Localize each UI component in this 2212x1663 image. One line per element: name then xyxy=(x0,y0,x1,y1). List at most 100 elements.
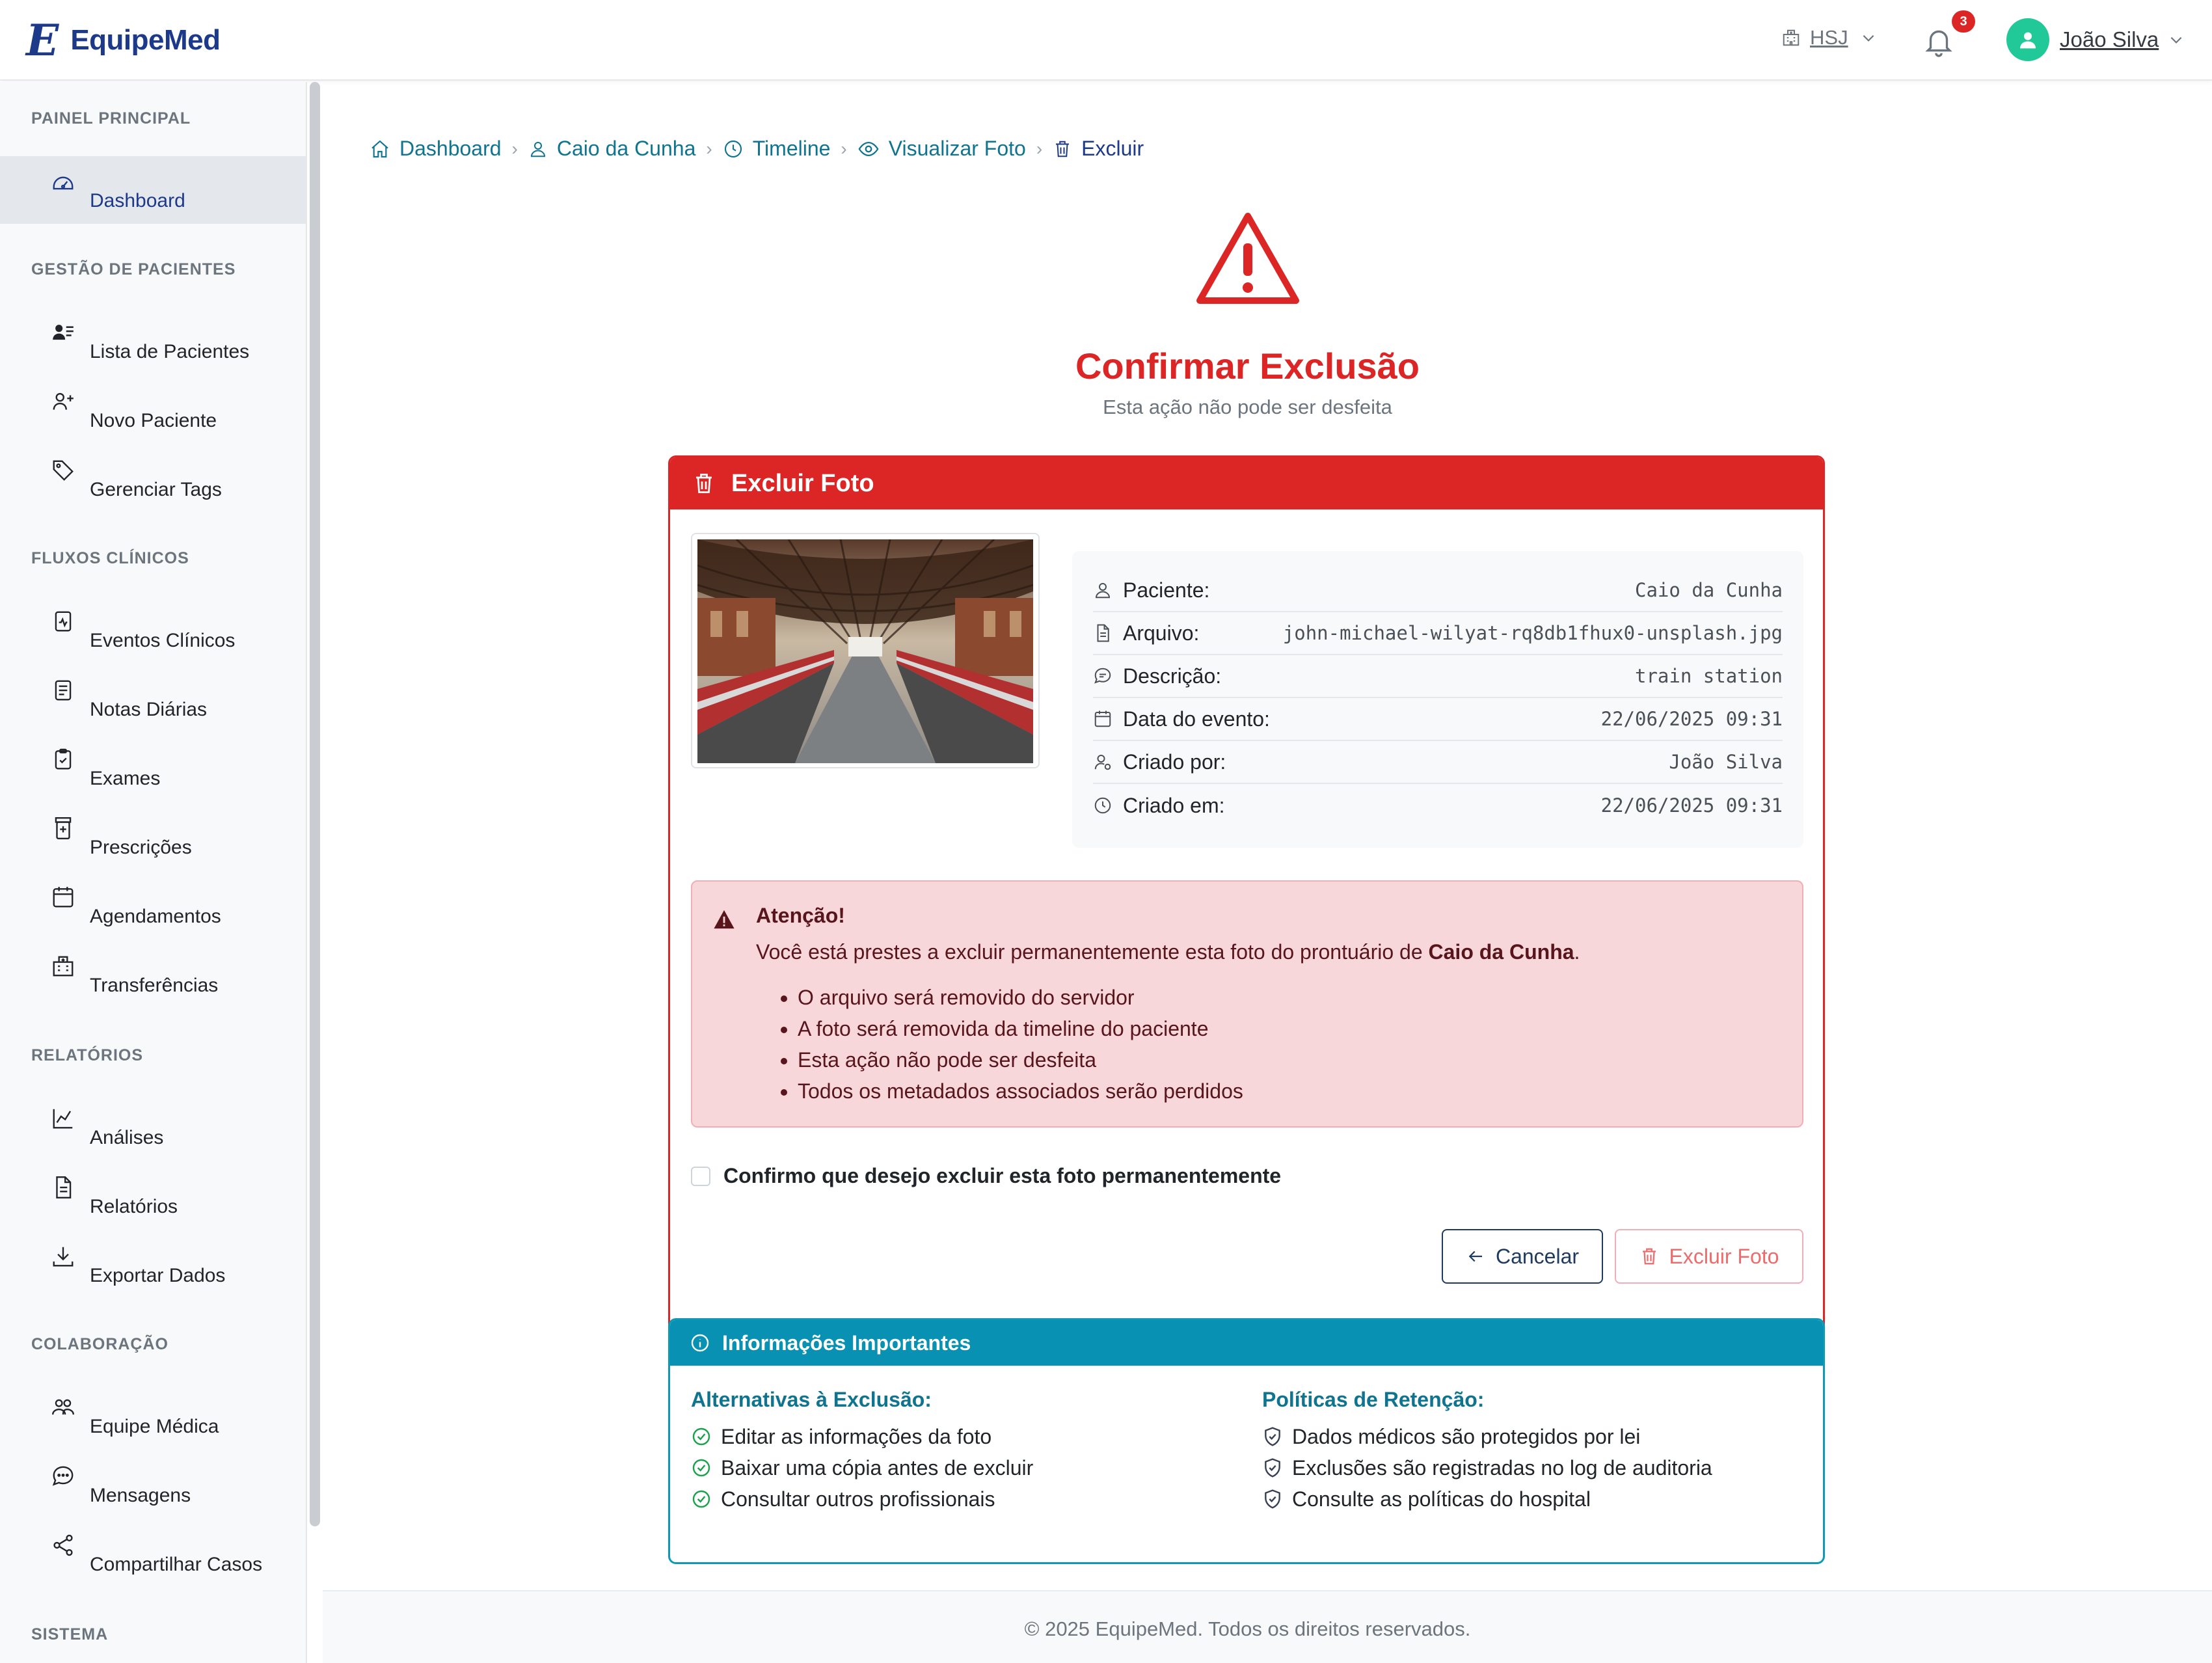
breadcrumb-timeline[interactable]: Timeline xyxy=(723,137,830,161)
file-icon xyxy=(1097,624,1109,642)
sidebar-item-label: Gerenciar Tags xyxy=(90,479,222,500)
sidebar-item-label: Notas Diárias xyxy=(90,699,208,720)
calendar-icon xyxy=(1094,710,1111,727)
sidebar-item-export[interactable]: Exportar Dados xyxy=(0,1231,306,1299)
brand-link[interactable]: E EquipeMed xyxy=(26,15,221,66)
bell-icon[interactable] xyxy=(1922,23,1955,59)
alternatives-title: Alternativas à Exclusão: xyxy=(691,1388,932,1411)
shield-check-icon xyxy=(1265,1458,1280,1478)
sidebar-item-new-patient[interactable]: Novo Paciente xyxy=(0,376,306,444)
chart-line-icon xyxy=(53,1109,73,1129)
person-icon xyxy=(530,141,545,157)
chat-icon xyxy=(1094,668,1111,684)
detail-row-file: Arquivo: john-michael-wilyat-rq8db1fhux0… xyxy=(1093,612,1783,655)
sidebar-item-daily-notes[interactable]: Notas Diárias xyxy=(0,665,306,733)
dashboard-icon xyxy=(53,176,74,190)
confirm-delete-control[interactable]: Confirmo que desejo excluir esta foto pe… xyxy=(691,1164,1281,1188)
breadcrumb-current: Excluir xyxy=(1053,137,1144,161)
breadcrumb-separator: › xyxy=(841,138,847,159)
list-item: O arquivo será removido do servidor xyxy=(798,982,1243,1013)
warning-icon xyxy=(714,910,735,929)
retention-policies-section: Políticas de Retenção: Dados médicos são… xyxy=(1262,1388,1712,1515)
card-title: Excluir Foto xyxy=(731,469,874,497)
sidebar-scrollbar[interactable] xyxy=(310,82,320,1526)
sidebar-item-transfers[interactable]: Transferências xyxy=(0,941,306,1008)
delete-photo-card: Excluir Foto Paciente: Caio da Cunha Arq… xyxy=(668,455,1825,1370)
train-station-photo xyxy=(697,539,1033,763)
clipboard-check-icon xyxy=(55,748,72,770)
sidebar-item-tags[interactable]: Gerenciar Tags xyxy=(0,445,306,513)
sidebar-item-patients-list[interactable]: Lista de Pacientes xyxy=(0,307,306,375)
user-gear-icon xyxy=(1094,755,1111,770)
sidebar-section-title: PAINEL PRINCIPAL xyxy=(31,109,191,128)
hospital-icon xyxy=(53,956,74,977)
sidebar-item-label: Relatórios xyxy=(90,1196,178,1217)
sidebar-item-analytics[interactable]: Análises xyxy=(0,1093,306,1161)
sidebar-item-label: Exames xyxy=(90,768,161,789)
card-header: Excluir Foto xyxy=(670,457,1823,509)
sidebar: PAINEL PRINCIPAL Dashboard GESTÃO DE PAC… xyxy=(0,82,307,1663)
delete-photo-button[interactable]: Excluir Foto xyxy=(1615,1229,1803,1284)
photo-details: Paciente: Caio da Cunha Arquivo: john-mi… xyxy=(1072,551,1803,848)
breadcrumb-separator: › xyxy=(706,138,712,159)
photo-thumbnail xyxy=(691,533,1040,768)
user-plus-icon xyxy=(53,392,74,410)
info-card-title: Informações Importantes xyxy=(722,1331,971,1355)
alert-message: Você está prestes a excluir permanenteme… xyxy=(756,940,1580,964)
sidebar-item-appointments[interactable]: Agendamentos xyxy=(0,872,306,940)
sidebar-item-share-cases[interactable]: Compartilhar Casos xyxy=(0,1520,306,1588)
sidebar-section-title: GESTÃO DE PACIENTES xyxy=(31,260,236,278)
sidebar-item-prescriptions[interactable]: Prescrições xyxy=(0,803,306,871)
list-item: Baixar uma cópia antes de excluir xyxy=(691,1452,1033,1483)
list-item: Dados médicos são protegidos por lei xyxy=(1262,1421,1712,1452)
sidebar-item-label: Exportar Dados xyxy=(90,1265,226,1286)
notification-badge: 3 xyxy=(1952,10,1975,33)
brand-logo-icon: E xyxy=(26,15,59,66)
list-item: Consultar outros profissionais xyxy=(691,1483,1033,1515)
user-menu[interactable]: João Silva xyxy=(2006,18,2185,61)
confirm-delete-checkbox[interactable] xyxy=(691,1166,710,1186)
check-circle-icon xyxy=(692,1490,710,1508)
sidebar-item-label: Compartilhar Casos xyxy=(90,1554,263,1575)
hospital-icon xyxy=(1783,29,1800,46)
detail-row-created-at: Criado em: 22/06/2025 09:31 xyxy=(1093,784,1783,827)
sidebar-item-reports[interactable]: Relatórios xyxy=(0,1162,306,1230)
arrow-left-icon xyxy=(1468,1251,1482,1262)
detail-row-description: Descrição: train station xyxy=(1093,655,1783,698)
shield-check-icon xyxy=(1265,1427,1280,1446)
breadcrumb-dashboard[interactable]: Dashboard xyxy=(370,137,502,161)
cancel-button[interactable]: Cancelar xyxy=(1442,1229,1603,1284)
sidebar-item-medical-team[interactable]: Equipe Médica xyxy=(0,1382,306,1450)
sidebar-item-clinical-events[interactable]: Eventos Clínicos xyxy=(0,596,306,664)
sidebar-item-messages[interactable]: Mensagens xyxy=(0,1451,306,1519)
patients-list-icon xyxy=(53,325,74,340)
check-circle-icon xyxy=(692,1459,710,1477)
share-icon xyxy=(53,1534,73,1556)
info-icon xyxy=(691,1334,709,1352)
breadcrumb-patient[interactable]: Caio da Cunha xyxy=(528,137,695,161)
main-content: Dashboard › Caio da Cunha › Timeline › V… xyxy=(323,82,2212,1663)
trash-icon xyxy=(696,474,712,493)
calendar-icon xyxy=(53,887,74,908)
sidebar-item-dashboard[interactable]: Dashboard xyxy=(0,156,306,224)
user-icon xyxy=(2020,32,2036,49)
sidebar-section-title: FLUXOS CLÍNICOS xyxy=(31,549,189,567)
eye-icon xyxy=(858,141,879,156)
sidebar-item-label: Eventos Clínicos xyxy=(90,630,236,651)
breadcrumb-view-photo[interactable]: Visualizar Foto xyxy=(857,137,1026,161)
list-item: Esta ação não pode ser desfeita xyxy=(798,1044,1243,1075)
sidebar-section-title: SISTEMA xyxy=(31,1625,109,1643)
clock-icon xyxy=(1094,797,1111,814)
breadcrumb: Dashboard › Caio da Cunha › Timeline › V… xyxy=(370,137,1144,161)
list-item: A foto será removida da timeline do paci… xyxy=(798,1013,1243,1044)
sidebar-item-exams[interactable]: Exames xyxy=(0,734,306,802)
sidebar-item-label: Equipe Médica xyxy=(90,1416,219,1437)
page-subtitle: Esta ação não pode ser desfeita xyxy=(1103,396,1392,418)
clock-icon xyxy=(724,140,742,157)
chat-icon xyxy=(52,1466,74,1486)
sidebar-section-title: RELATÓRIOS xyxy=(31,1046,144,1064)
check-circle-icon xyxy=(692,1427,710,1446)
hospital-selector[interactable]: HSJ xyxy=(1781,26,1886,49)
alert-consequences-list: O arquivo será removido do servidor A fo… xyxy=(798,982,1243,1107)
sidebar-item-label: Dashboard xyxy=(90,190,185,211)
